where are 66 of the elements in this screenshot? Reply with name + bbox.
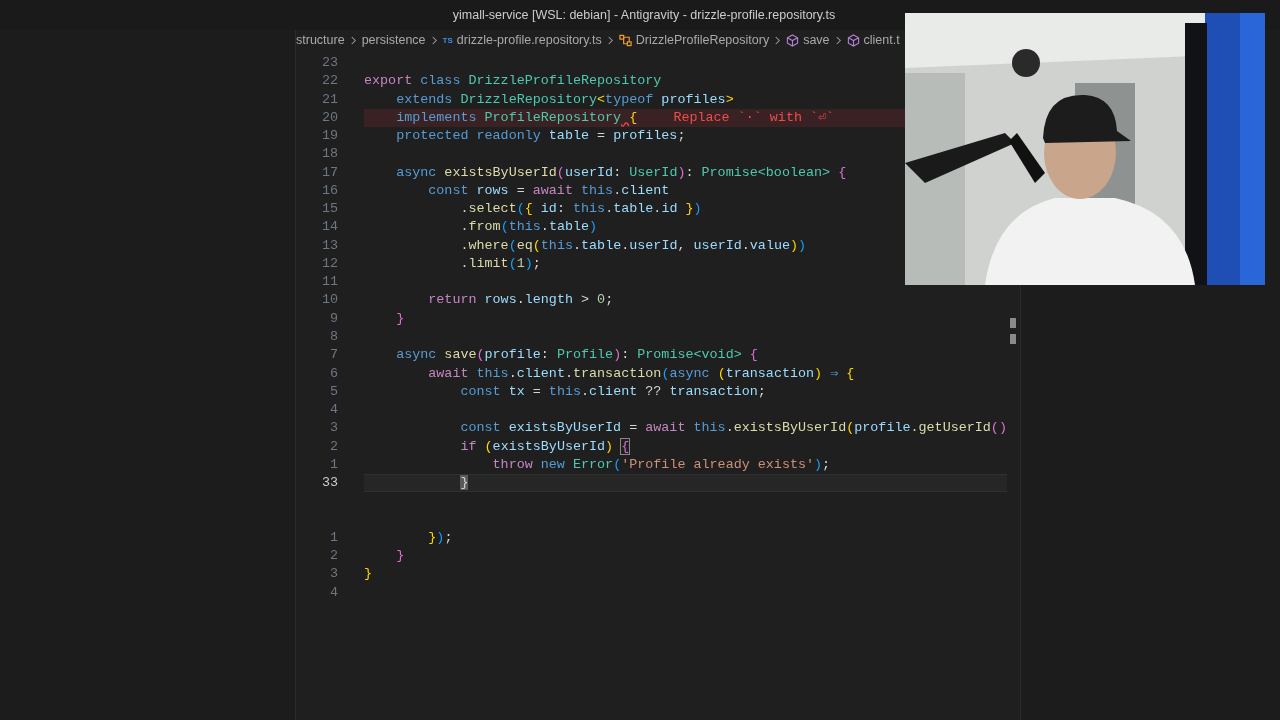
code-line: .where(eq(this.table.userId, userId.value)) bbox=[459, 236, 807, 255]
line-number: 6 bbox=[328, 364, 339, 383]
line-number: 10 bbox=[320, 291, 339, 310]
breadcrumb-item[interactable]: DrizzleProfileRepository bbox=[635, 33, 770, 47]
code-line: await this.client.transaction(async (transaction) ⇒ { bbox=[427, 364, 855, 383]
line-number: 1 bbox=[328, 528, 339, 547]
code-line: const rows = await this.client bbox=[427, 181, 670, 200]
line-number: 18 bbox=[320, 145, 339, 164]
line-number: 7 bbox=[328, 346, 339, 365]
line-number: 5 bbox=[328, 382, 339, 401]
line-number: 1 bbox=[328, 455, 339, 474]
line-number: 4 bbox=[328, 583, 339, 602]
code-line: .limit(1); bbox=[459, 254, 541, 273]
code-line: if (existsByUserId) { bbox=[459, 437, 630, 456]
line-number: 3 bbox=[328, 565, 339, 584]
code-line: } bbox=[395, 309, 405, 328]
line-number: 8 bbox=[328, 328, 339, 346]
line-number: 9 bbox=[328, 309, 339, 328]
cube-icon bbox=[846, 33, 860, 47]
line-number: 2 bbox=[328, 437, 339, 456]
line-number: 3 bbox=[328, 419, 339, 438]
line-number: 16 bbox=[320, 181, 339, 200]
line-number: 12 bbox=[320, 254, 339, 273]
code-line: .select({ id: this.table.id }) bbox=[459, 200, 702, 219]
line-number: 11 bbox=[320, 273, 339, 292]
cube-icon bbox=[786, 33, 800, 47]
diagnostic-message: Replace `·` with `⏎` bbox=[673, 108, 835, 127]
line-number: 17 bbox=[320, 163, 339, 182]
chevron-right-icon bbox=[349, 35, 357, 45]
code-line: const existsByUserId = await this.existsByUserId(profile.getUserId() bbox=[459, 419, 1007, 438]
line-number: 22 bbox=[320, 72, 339, 91]
chevron-right-icon bbox=[834, 35, 842, 45]
line-number: 21 bbox=[320, 90, 339, 109]
code-line: async save(profile: Profile): Promise<void> { bbox=[395, 346, 758, 365]
line-number: 15 bbox=[320, 200, 339, 219]
line-number: 20 bbox=[320, 108, 339, 127]
breadcrumb-item[interactable]: drizzle-profile.repository.ts bbox=[456, 33, 602, 47]
code-line: }); bbox=[427, 528, 453, 547]
breadcrumb-item[interactable]: client.t bbox=[863, 33, 900, 47]
code-line: protected readonly table = profiles; bbox=[395, 127, 686, 146]
code-line: throw new Error('Profile already exists'); bbox=[491, 455, 831, 474]
line-number: 14 bbox=[320, 218, 339, 237]
code-line: export class DrizzleProfileRepository bbox=[364, 72, 662, 91]
code-line: .from(this.table) bbox=[459, 218, 598, 237]
code-line: } bbox=[364, 565, 373, 584]
chevron-right-icon bbox=[430, 35, 438, 45]
line-number: 33 bbox=[320, 474, 339, 493]
chevron-right-icon bbox=[606, 35, 614, 45]
breadcrumb-item[interactable]: persistence bbox=[361, 33, 426, 47]
code-line: extends DrizzleRepository<typeof profiles> bbox=[395, 90, 734, 109]
code-line: const tx = this.client ?? transaction; bbox=[459, 382, 766, 401]
line-number: 4 bbox=[328, 401, 339, 420]
code-line: async existsByUserId(userId: UserId): Promise<boolean> { bbox=[395, 163, 847, 182]
window-title: yimall-service [WSL: debian] - Antigravity - drizzle-profile.repository.ts bbox=[452, 8, 836, 22]
line-number: 19 bbox=[320, 127, 339, 146]
line-number: 2 bbox=[328, 547, 339, 566]
code-line: } bbox=[395, 547, 405, 566]
class-icon bbox=[618, 33, 632, 47]
code-line: implements ProfileRepository { bbox=[395, 108, 638, 127]
chevron-right-icon bbox=[774, 35, 782, 45]
breadcrumb-item[interactable]: structure bbox=[296, 33, 345, 47]
code-line: return rows.length > 0; bbox=[427, 291, 614, 310]
line-number: 13 bbox=[320, 236, 339, 255]
breadcrumb-item[interactable]: save bbox=[803, 33, 830, 47]
typescript-file-icon: TS bbox=[442, 35, 453, 45]
line-number: 23 bbox=[320, 54, 339, 72]
